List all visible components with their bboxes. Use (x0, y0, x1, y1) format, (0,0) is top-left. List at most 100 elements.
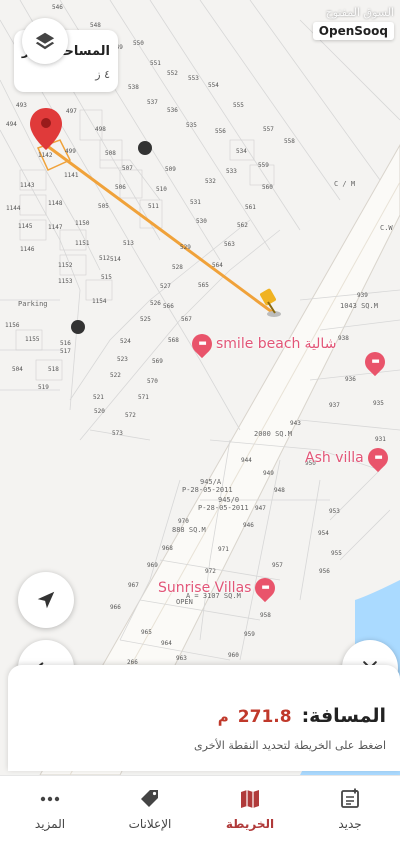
poi-sunrise-villas[interactable]: Sunrise Villas ▬ (158, 573, 280, 603)
plot-number: 955 (331, 550, 342, 557)
plot-number: 530 (196, 218, 207, 225)
plot-number: 1143 (20, 182, 35, 189)
plot-number: 572 (125, 412, 136, 419)
plot-number: 563 (224, 241, 235, 248)
plot-number: 1152 (58, 262, 73, 269)
nav-ads[interactable]: الإعلانات (100, 776, 200, 842)
plot-number: 571 (138, 394, 149, 401)
location-pin-icon (30, 108, 62, 150)
plot-number: 520 (94, 408, 105, 415)
plot-number: 523 (117, 356, 128, 363)
plot-number: 519 (38, 384, 49, 391)
plot-number: 536 (167, 107, 178, 114)
parking-label: Parking (18, 300, 48, 308)
plot-number: 567 (181, 316, 192, 323)
distance-unit: م (217, 708, 229, 726)
plot-number: 1151 (75, 240, 90, 247)
plot-number: 508 (105, 150, 116, 157)
plot-number: 573 (112, 430, 123, 437)
plot-number: 534 (236, 148, 247, 155)
plot-number: 516 (60, 340, 71, 347)
cm-label: C / M (334, 180, 356, 188)
nav-new-label: جديد (338, 817, 362, 831)
nav-new[interactable]: جديد (300, 776, 400, 842)
map-icon (241, 790, 259, 808)
new-list-icon (341, 788, 359, 808)
plot-number: 1154 (92, 298, 107, 305)
sqm-1043-label: 1043 SQ.M (340, 302, 378, 310)
date-945a-label: P-28-05-2011 (182, 486, 233, 494)
plot-number: 552 (167, 70, 178, 77)
plot-number: 560 (262, 184, 273, 191)
plot-number: 968 (162, 545, 173, 552)
plot-number: 561 (245, 204, 256, 211)
plot-number: 953 (329, 508, 340, 515)
poi-partial-right[interactable]: ▬ (360, 347, 390, 377)
plot-number: 570 (147, 378, 158, 385)
more-dots-icon (40, 796, 60, 802)
plot-number: 493 (16, 102, 27, 109)
plot-number: 506 (115, 184, 126, 191)
plot-number: 532 (205, 178, 216, 185)
plot-info-subtitle: ٤ ز (95, 68, 110, 81)
plot-number: 936 (345, 376, 356, 383)
plot-number: 971 (218, 546, 229, 553)
distance-hint: اضغط على الخريطة لتحديد النقطة الأخرى (194, 739, 386, 752)
plot-number: 538 (128, 84, 139, 91)
plot-number: 526 (150, 300, 161, 307)
plot-number: 524 (120, 338, 131, 345)
poi-ash-villa-label: Ash villa (305, 450, 364, 466)
plot-number: 510 (156, 186, 167, 193)
plot-number: 939 (357, 292, 368, 299)
plot-number: 554 (208, 82, 219, 89)
plot-number: 958 (260, 612, 271, 619)
plot-number: 537 (147, 99, 158, 106)
nav-ads-label: الإعلانات (128, 817, 172, 831)
hotel-icon: ▬ (251, 573, 280, 603)
plot-number: 517 (60, 348, 71, 355)
plot-number: 1147 (48, 224, 63, 231)
poi-sunrise-open-label: OPEN (176, 598, 193, 606)
plot-number: 970 (178, 518, 189, 525)
plot-number: 963 (176, 655, 187, 662)
hotel-icon: ▬ (360, 347, 390, 377)
plot-number: 521 (93, 394, 104, 401)
plot-number: 507 (122, 165, 133, 172)
layers-button[interactable] (22, 18, 68, 64)
brand-arabic: السوق المفتوح (325, 6, 394, 19)
plot-number: 937 (329, 402, 340, 409)
poi-sunrise-villas-label: Sunrise Villas (158, 580, 252, 596)
poi-smile-beach[interactable]: ▬ smile beach شالية (187, 329, 336, 359)
plot-number: 499 (65, 148, 76, 155)
plot-number: 966 (110, 604, 121, 611)
nav-more[interactable]: المزيد (0, 776, 100, 842)
plot-number: 513 (123, 240, 134, 247)
nav-map[interactable]: الخريطة (200, 776, 300, 842)
navigation-arrow-icon (37, 591, 55, 609)
plot-number: 555 (233, 102, 244, 109)
bottom-navigation: المزيد الإعلانات الخريطة جديد (0, 775, 400, 842)
plot-number: 1142 (38, 152, 53, 159)
my-location-button[interactable] (18, 572, 74, 628)
plot-number: 569 (152, 358, 163, 365)
distance-panel: المسافة: 271.8 م اضغط على الخريطة لتحديد… (8, 665, 400, 771)
plot-number: 1155 (25, 336, 40, 343)
plot-number: 535 (186, 122, 197, 129)
plot-number: 546 (52, 4, 63, 11)
plot-number: 551 (150, 60, 161, 67)
pushpin-icon (260, 288, 281, 317)
nav-more-label: المزيد (34, 817, 66, 831)
cw-label: C.W (380, 224, 393, 232)
plot-number: 1153 (58, 278, 73, 285)
distance-label: المسافة: (301, 705, 386, 727)
plot-number: 948 (274, 487, 285, 494)
area-888-label: 888 SQ.M (172, 526, 206, 534)
hotel-icon: ▬ (187, 329, 217, 359)
plot-number: 954 (318, 530, 329, 537)
plot-number: 504 (12, 366, 23, 373)
plot-number: 566 (163, 303, 174, 310)
plot-number: 1156 (5, 322, 20, 329)
poi-ash-villa[interactable]: Ash villa ▬ (305, 443, 392, 473)
plot-number: 522 (110, 372, 121, 379)
plot-number: 957 (272, 562, 283, 569)
